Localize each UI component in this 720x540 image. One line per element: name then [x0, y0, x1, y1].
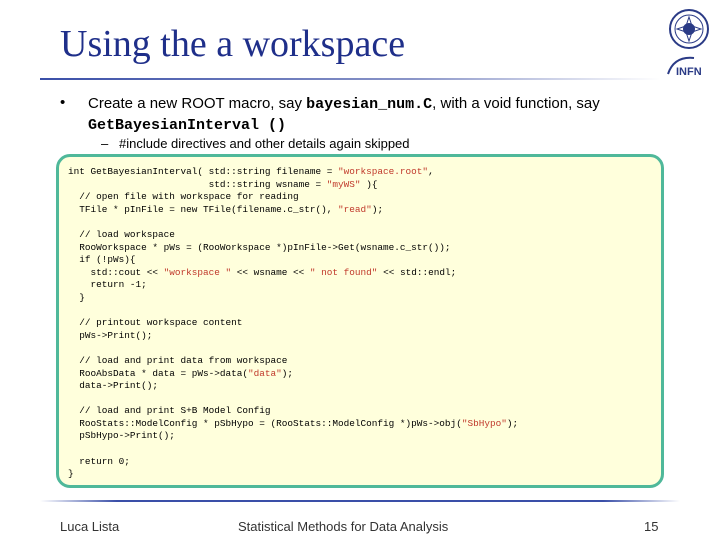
footer-author: Luca Lista	[60, 519, 120, 534]
function-name: GetBayesianInterval ()	[88, 117, 287, 134]
code-line: // load workspace	[68, 229, 518, 242]
code-line: // load and print data from workspace	[68, 355, 518, 368]
code-text: );	[506, 417, 519, 429]
code-line: RooWorkspace * pWs = (RooWorkspace *)pIn…	[68, 242, 518, 255]
code-string-literal: "workspace "	[163, 266, 232, 278]
code-line: std::string wsname = "myWS" ){	[68, 179, 518, 192]
code-text: TFile * pInFile = new TFile(filename.c_s…	[68, 203, 339, 215]
code-line: pSbHypo->Print();	[68, 430, 518, 443]
code-line: return 0;	[68, 456, 518, 469]
code-line: if (!pWs){	[68, 254, 518, 267]
page-number: 15	[644, 519, 659, 534]
code-text: RooStats::ModelConfig * pSbHypo = (RooSt…	[68, 417, 462, 429]
code-text: if (!pWs){	[68, 254, 136, 266]
code-text: std::cout <<	[68, 266, 164, 278]
code-string-literal: "SbHypo"	[461, 417, 507, 429]
code-text: }	[68, 291, 85, 303]
code-text: RooAbsData * data = pWs->data(	[68, 367, 249, 379]
code-string-literal: "myWS"	[326, 178, 361, 190]
code-line: TFile * pInFile = new TFile(filename.c_s…	[68, 204, 518, 217]
code-line: // printout workspace content	[68, 317, 518, 330]
code-text: }	[68, 468, 74, 480]
code-text: // printout workspace content	[68, 317, 243, 329]
code-line: std::cout << "workspace " << wsname << "…	[68, 267, 518, 280]
code-string-literal: "workspace.root"	[338, 166, 429, 177]
code-string-literal: "data"	[248, 367, 282, 379]
code-text: return 0;	[68, 455, 130, 467]
bullet-marker: •	[60, 94, 66, 111]
bullet-text: Create a new ROOT macro, say bayesian_nu…	[88, 94, 688, 136]
macro-filename: bayesian_num.C	[306, 96, 433, 113]
infn-logo-icon: INFN	[667, 56, 702, 78]
university-seal-icon	[669, 9, 709, 49]
code-text: int GetBayesianInterval( std::string fil…	[68, 166, 339, 177]
code-string-literal: "read"	[338, 203, 372, 215]
code-text: // open file with workspace for reading	[68, 191, 299, 203]
infn-logo-text: INFN	[676, 66, 702, 78]
code-text: std::string wsname =	[68, 178, 327, 190]
code-line: return -1;	[68, 279, 518, 292]
code-text: data->Print();	[68, 380, 159, 392]
sub-bullet-text: #include directives and other details ag…	[119, 136, 410, 151]
code-line: data->Print();	[68, 380, 518, 393]
code-text: ){	[360, 178, 378, 190]
slide-title: Using the a workspace	[60, 23, 406, 65]
code-text: pWs->Print();	[68, 329, 153, 341]
code-line: }	[68, 468, 518, 481]
code-string-literal: " not found"	[309, 266, 378, 278]
code-block: int GetBayesianInterval( std::string fil…	[68, 166, 518, 481]
code-text: pSbHypo->Print();	[68, 430, 175, 442]
bullet-text-before: Create a new ROOT macro, say	[88, 95, 307, 112]
code-text: // load and print S+B Model Config	[68, 405, 271, 417]
code-line: RooStats::ModelConfig * pSbHypo = (RooSt…	[68, 418, 518, 431]
code-text: RooWorkspace * pWs = (RooWorkspace *)pIn…	[68, 241, 451, 253]
code-text: return -1;	[68, 279, 147, 291]
code-line: // load and print S+B Model Config	[68, 405, 518, 418]
code-text: ,	[428, 166, 434, 177]
code-text: // load and print data from workspace	[68, 354, 288, 366]
code-text: );	[281, 367, 294, 379]
code-text: << std::endl;	[377, 266, 457, 278]
sub-bullet-marker: –	[101, 136, 109, 151]
code-text: );	[371, 203, 384, 215]
code-text: // load workspace	[68, 228, 175, 240]
code-line: pWs->Print();	[68, 330, 518, 343]
bullet-text-middle: , with a void function, say	[432, 95, 600, 112]
code-line: RooAbsData * data = pWs->data("data");	[68, 368, 518, 381]
footer-rule	[40, 500, 680, 502]
code-line: // open file with workspace for reading	[68, 191, 518, 204]
code-line: }	[68, 292, 518, 305]
code-text: << wsname <<	[231, 266, 310, 278]
footer-course: Statistical Methods for Data Analysis	[238, 519, 449, 534]
code-line: int GetBayesianInterval( std::string fil…	[68, 166, 518, 179]
title-underline	[40, 78, 660, 80]
